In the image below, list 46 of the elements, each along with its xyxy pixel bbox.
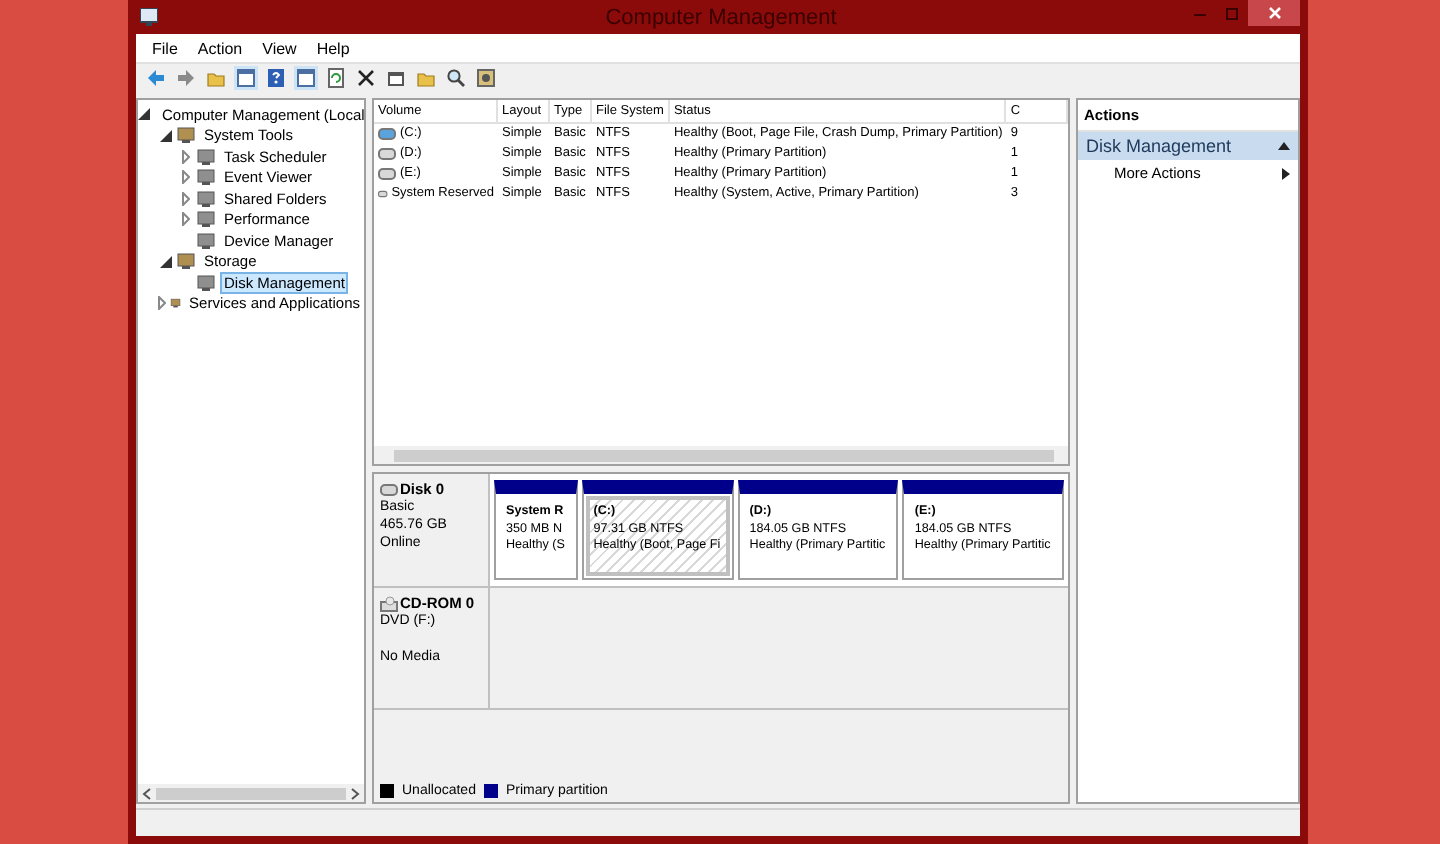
scrollbar-thumb[interactable]	[394, 449, 1054, 461]
drive-icon	[380, 483, 398, 495]
menu-item[interactable]: Help	[308, 39, 358, 57]
refresh-button[interactable]	[324, 66, 348, 90]
collapse-triangle-icon[interactable]	[159, 129, 171, 142]
menu-item[interactable]: View	[254, 39, 305, 57]
expand-triangle-icon[interactable]	[181, 212, 189, 227]
collapse-triangle-icon[interactable]	[159, 255, 171, 268]
properties-button[interactable]	[384, 66, 408, 90]
window-title: Computer Management	[603, 5, 839, 29]
actions-section[interactable]: Disk Management	[1078, 132, 1298, 160]
scroll-right-icon	[350, 787, 360, 799]
restore-icon	[1225, 6, 1239, 20]
submenu-arrow-icon	[1282, 167, 1290, 179]
menu-item[interactable]: File	[144, 39, 186, 57]
tool-icon	[196, 273, 216, 292]
tool-icon	[196, 210, 216, 229]
toolbox-icon	[170, 294, 182, 313]
tool-icon	[196, 168, 216, 187]
settings-button[interactable]	[474, 66, 498, 90]
collapse-arrow-icon[interactable]	[1278, 142, 1290, 150]
scroll-left-icon	[142, 787, 152, 799]
pane-button[interactable]	[234, 66, 258, 90]
help-button[interactable]	[264, 66, 288, 90]
close-icon	[1267, 6, 1281, 20]
expand-triangle-icon[interactable]	[181, 170, 189, 185]
optical-drive-icon	[380, 595, 398, 611]
left-arrow-button[interactable]	[144, 66, 168, 90]
search-button[interactable]	[444, 66, 468, 90]
expand-triangle-icon[interactable]	[158, 296, 166, 311]
tool-icon	[196, 189, 216, 208]
expand-triangle-icon[interactable]	[181, 149, 189, 164]
expand-triangle-icon[interactable]	[181, 191, 189, 206]
pane-button[interactable]	[294, 66, 318, 90]
right-arrow-button[interactable]	[174, 66, 198, 90]
toolbox-icon	[176, 252, 196, 271]
delete-button[interactable]	[354, 66, 378, 90]
tool-icon	[196, 231, 216, 250]
app-icon	[140, 8, 158, 26]
tool-icon	[196, 147, 216, 166]
collapse-triangle-icon[interactable]	[138, 108, 150, 121]
toolbox-icon	[176, 126, 196, 145]
minimize-icon	[1194, 11, 1206, 15]
menu-item[interactable]: Action	[189, 39, 251, 57]
close-button[interactable]	[1248, 0, 1300, 26]
scrollbar-thumb[interactable]	[156, 787, 346, 799]
